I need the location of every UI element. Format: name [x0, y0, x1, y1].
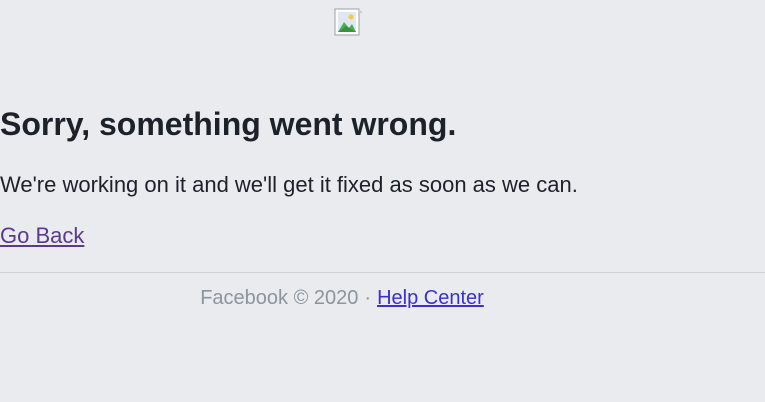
- go-back-link[interactable]: Go Back: [0, 223, 84, 248]
- footer: Facebook © 2020 · Help Center: [0, 284, 684, 312]
- footer-separator: ·: [364, 287, 372, 309]
- copyright-text: Facebook © 2020: [200, 287, 359, 309]
- error-message: We're working on it and we'll get it fix…: [0, 172, 578, 197]
- broken-image-icon: [334, 8, 363, 36]
- error-title: Sorry, something went wrong.: [0, 106, 457, 142]
- help-center-link[interactable]: Help Center: [377, 287, 484, 309]
- go-back-container: Go Back: [0, 222, 700, 250]
- divider: [0, 272, 765, 273]
